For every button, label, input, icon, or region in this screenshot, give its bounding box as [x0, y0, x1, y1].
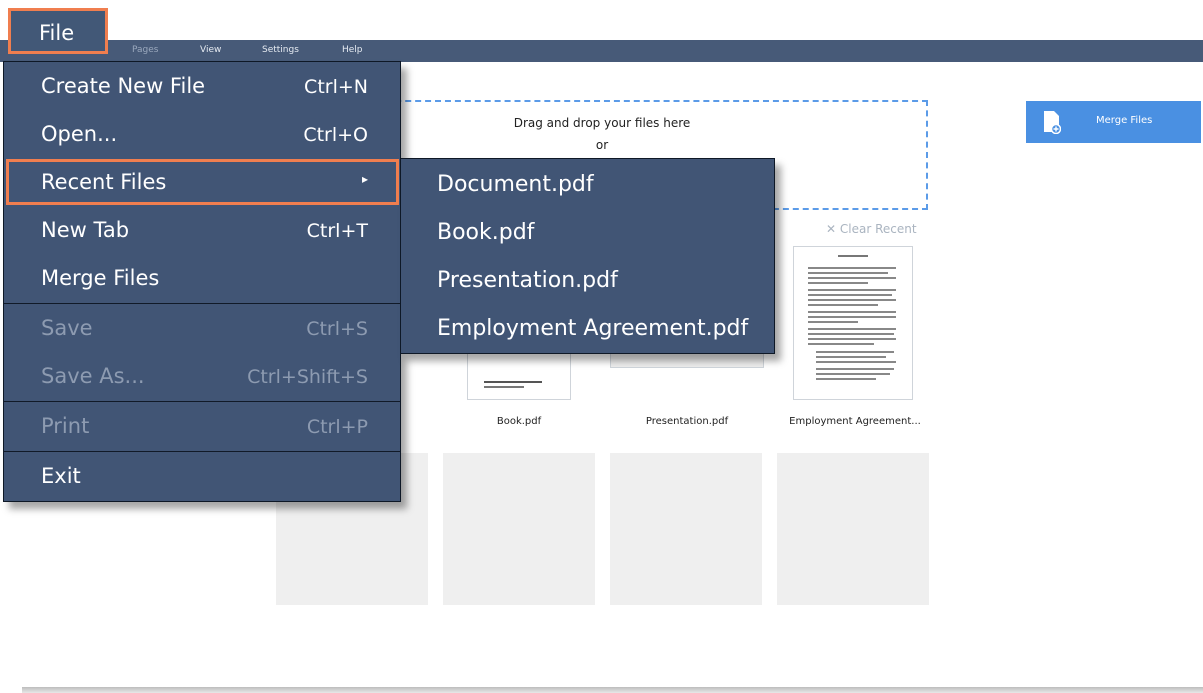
- empty-slot: [610, 453, 762, 605]
- clear-recent-button[interactable]: ✕ Clear Recent: [826, 222, 917, 236]
- thumbnail-caption: Employment Agreement...: [789, 416, 921, 427]
- empty-slot: [443, 453, 595, 605]
- menu-item-exit[interactable]: Exit: [4, 453, 400, 499]
- menu-item-label: Save As...: [41, 364, 145, 388]
- menu-bar: Pages View Settings Help: [0, 40, 1203, 62]
- menu-item-merge-files[interactable]: Merge Files: [4, 255, 400, 301]
- menu-separator: [4, 401, 400, 402]
- merge-files-label: Merge Files: [1096, 115, 1153, 126]
- menu-item-save-as[interactable]: Save As... Ctrl+Shift+S: [4, 353, 400, 399]
- menu-item-label: Save: [41, 316, 93, 340]
- menu-settings[interactable]: Settings: [262, 45, 299, 55]
- menu-item-shortcut: Ctrl+T: [306, 220, 368, 242]
- file-menu: Create New File Ctrl+N Open... Ctrl+O Re…: [3, 61, 401, 502]
- file-plus-icon: [1044, 111, 1061, 134]
- menu-item-save[interactable]: Save Ctrl+S: [4, 305, 400, 351]
- recent-files-highlight: [6, 159, 399, 205]
- recent-file-item[interactable]: Presentation.pdf: [437, 268, 618, 293]
- menu-item-label: Exit: [41, 464, 81, 488]
- window-bottom-edge: [22, 687, 1203, 693]
- recent-files-submenu: Document.pdf Book.pdf Presentation.pdf E…: [400, 158, 775, 354]
- menu-item-label: Create New File: [41, 74, 206, 98]
- menu-item-print[interactable]: Print Ctrl+P: [4, 403, 400, 449]
- menu-item-shortcut: Ctrl+P: [306, 416, 368, 438]
- empty-slot: [777, 453, 929, 605]
- menu-separator: [4, 451, 400, 452]
- menu-file-label: File: [39, 21, 75, 45]
- menu-help[interactable]: Help: [342, 45, 363, 55]
- menu-item-new-tab[interactable]: New Tab Ctrl+T: [4, 207, 400, 253]
- menu-item-shortcut: Ctrl+Shift+S: [247, 366, 368, 388]
- menu-item-label: Print: [41, 414, 90, 438]
- menu-item-label: Merge Files: [41, 266, 160, 290]
- recent-file-item[interactable]: Employment Agreement.pdf: [437, 316, 748, 341]
- thumbnail-caption: Presentation.pdf: [645, 416, 729, 427]
- menu-item-create-new-file[interactable]: Create New File Ctrl+N: [4, 63, 400, 109]
- menu-item-shortcut: Ctrl+S: [306, 318, 368, 340]
- document-preview-icon: [808, 255, 896, 380]
- menu-view[interactable]: View: [200, 45, 221, 55]
- menu-pages[interactable]: Pages: [132, 45, 158, 55]
- menu-item-open[interactable]: Open... Ctrl+O: [4, 111, 400, 157]
- menu-item-shortcut: Ctrl+O: [303, 124, 368, 146]
- menu-item-label: Open...: [41, 122, 118, 146]
- recent-file-item[interactable]: Document.pdf: [437, 172, 594, 197]
- recent-file-item[interactable]: Book.pdf: [437, 220, 534, 245]
- thumbnail-employment-agreement[interactable]: [793, 246, 913, 400]
- menu-item-label: New Tab: [41, 218, 130, 242]
- menu-item-shortcut: Ctrl+N: [304, 76, 368, 98]
- thumbnail-caption: Book.pdf: [496, 416, 542, 427]
- menu-separator: [4, 303, 400, 304]
- menu-file[interactable]: File: [8, 8, 108, 54]
- merge-files-button[interactable]: Merge Files: [1026, 101, 1201, 143]
